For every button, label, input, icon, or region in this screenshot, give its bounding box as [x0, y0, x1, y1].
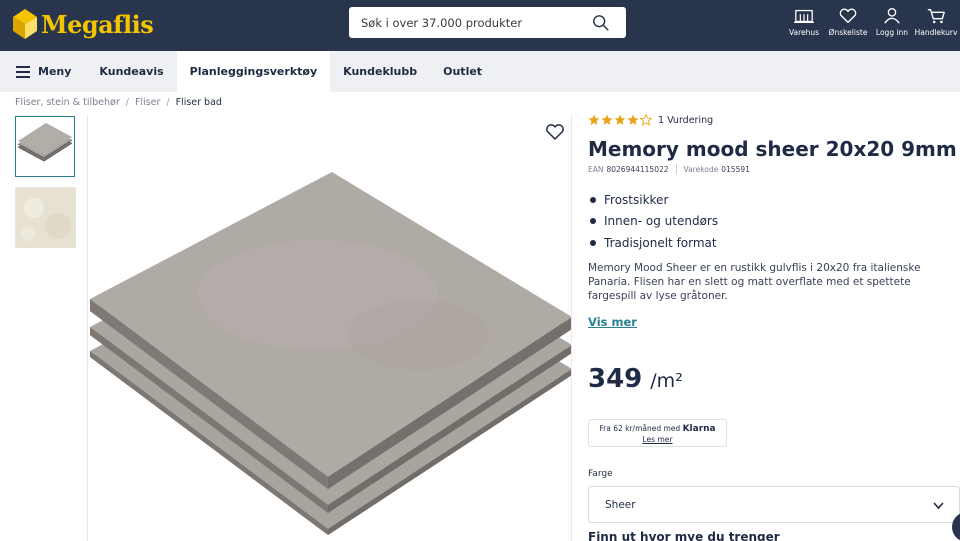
color-select[interactable]: Sheer: [588, 486, 960, 523]
search-box: [349, 7, 626, 38]
breadcrumb-item[interactable]: Fliser, stein & tilbehør: [15, 97, 120, 108]
search-input[interactable]: [349, 7, 579, 38]
sku-label: Varekode: [683, 164, 719, 174]
breadcrumb-separator: /: [166, 97, 170, 108]
divider: [675, 164, 677, 174]
nav-item-menu-label: Meny: [38, 65, 72, 78]
thumbnail-tile-surface[interactable]: [15, 187, 76, 248]
feature-item: Tradisjonelt format: [590, 232, 718, 254]
rating-count: 1 Vurdering: [658, 114, 714, 126]
color-label: Farge: [588, 469, 613, 479]
nav-item-outlet[interactable]: Outlet: [430, 51, 495, 92]
cart-icon: [927, 8, 945, 24]
klarna-read-more-link[interactable]: Les mer: [589, 435, 726, 444]
nav-item-kundeklubb[interactable]: Kundeklubb: [330, 51, 430, 92]
logo-text: Megaflis: [41, 9, 154, 39]
feature-text: Tradisjonelt format: [604, 235, 717, 250]
tile-stack-image: [90, 172, 571, 535]
main-nav: Meny Kundeavis Planleggingsverktøy Kunde…: [0, 51, 960, 92]
feature-text: Innen- og utendørs: [604, 214, 719, 229]
sku-value: 015591: [721, 164, 750, 174]
breadcrumb-separator: /: [125, 97, 129, 108]
nav-item-menu[interactable]: Meny: [0, 51, 84, 92]
star-filled-icon: [588, 114, 600, 125]
nav-item-planleggingsverktoy[interactable]: Planleggingsverktøy: [176, 51, 331, 92]
star-empty-icon: [640, 114, 652, 126]
wishlist-label: Ønskeliste: [828, 28, 868, 37]
star-filled-icon: [614, 114, 626, 125]
star-filled-icon: [601, 114, 613, 125]
feature-list: Frostsikker Innen- og utendørs Tradisjon…: [590, 189, 718, 254]
klarna-text: Fra 62 kr/måned med: [599, 424, 681, 433]
ean-label: EAN: [588, 164, 604, 174]
thumbnail-tile-stack[interactable]: [15, 116, 75, 177]
breadcrumb-item[interactable]: Fliser: [135, 97, 160, 108]
top-header: Megaflis Varehus Ønskeliste: [0, 0, 960, 51]
quantity-calculator-heading: Finn ut hvor mye du trenger: [588, 530, 780, 541]
klarna-financing-box: Fra 62 kr/måned med Klarna Les mer: [588, 419, 727, 447]
search-icon[interactable]: [592, 14, 610, 32]
feature-text: Frostsikker: [604, 192, 669, 207]
store-icon: [794, 9, 814, 23]
heart-icon: [839, 8, 857, 24]
show-more-link[interactable]: Vis mer: [588, 315, 637, 329]
bullet-dot: [590, 196, 596, 203]
store-button[interactable]: Varehus: [784, 0, 824, 51]
feature-item: Frostsikker: [590, 189, 718, 211]
product-rating[interactable]: 1 Vurdering: [588, 114, 713, 126]
rating-stars: [588, 114, 653, 126]
cart-button[interactable]: Handlekurv: [912, 0, 960, 51]
bullet-dot: [590, 239, 596, 246]
price-unit: /m²: [650, 370, 683, 392]
product-image: [87, 115, 572, 541]
feature-item: Innen- og utendørs: [590, 211, 718, 233]
product-price: 349 /m²: [588, 364, 683, 394]
breadcrumb: Fliser, stein & tilbehør / Fliser / Flis…: [15, 97, 222, 108]
color-select-value: Sheer: [605, 498, 636, 511]
ean-value: 8026944115022: [606, 164, 669, 174]
wishlist-button[interactable]: Ønskeliste: [824, 0, 872, 51]
login-label: Logg inn: [875, 28, 909, 37]
store-label: Varehus: [788, 28, 820, 37]
logo-icon: [13, 9, 37, 39]
user-icon: [884, 8, 900, 24]
add-to-wishlist-icon[interactable]: [545, 123, 565, 141]
chevron-down-icon: [933, 502, 944, 510]
bullet-dot: [590, 218, 596, 225]
header-actions: Varehus Ønskeliste Logg inn Handlekurv: [784, 0, 960, 51]
nav-item-kundeavis[interactable]: Kundeavis: [84, 51, 176, 92]
product-codes: EAN 8026944115022 Varekode 015591: [588, 164, 750, 174]
thumbnail-image: [16, 188, 76, 248]
hamburger-icon: [16, 65, 30, 78]
cart-label: Handlekurv: [914, 28, 958, 37]
star-filled-icon: [627, 114, 639, 125]
product-title: Memory mood sheer 20x20 9mm: [588, 137, 957, 161]
breadcrumb-current: Fliser bad: [175, 97, 222, 108]
logo[interactable]: Megaflis: [13, 6, 154, 42]
product-description: Memory Mood Sheer er en rustikk gulvflis…: [588, 262, 921, 302]
login-button[interactable]: Logg inn: [872, 0, 912, 51]
thumbnail-image: [17, 123, 73, 162]
klarna-logo: Klarna: [682, 424, 716, 434]
price-amount: 349: [588, 364, 643, 394]
